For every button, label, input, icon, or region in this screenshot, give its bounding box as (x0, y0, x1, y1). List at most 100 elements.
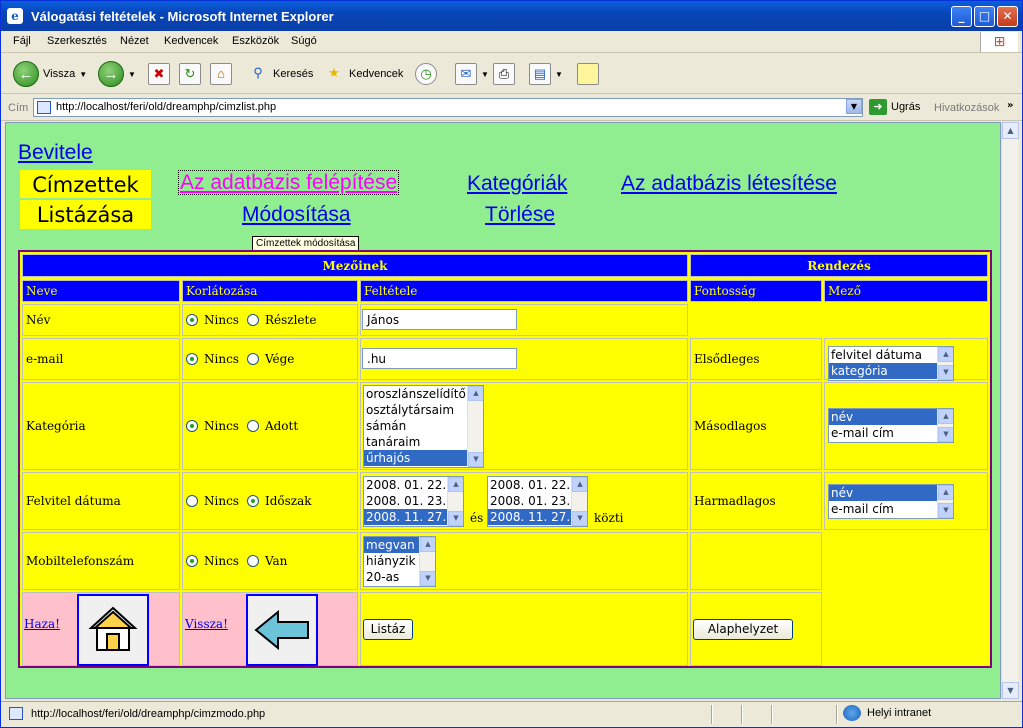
nav-torlese[interactable]: Törlése (485, 203, 555, 227)
mobil-listbox[interactable]: megvan hiányzik 20-as ▲ ▼ (363, 536, 436, 587)
vissza-link[interactable]: Vissza! (185, 617, 228, 631)
refresh-button[interactable]: ↻ (179, 60, 201, 88)
radio-nincs[interactable] (186, 353, 198, 365)
scrollbar[interactable]: ▲ ▼ (419, 537, 435, 586)
dropdown-arrow-icon[interactable]: ▼ (128, 70, 136, 79)
row-label-kategoria: Kategória (22, 382, 180, 470)
nav-kategoriak[interactable]: Kategóriák (467, 172, 567, 196)
dropdown-arrow-icon[interactable]: ▼ (79, 70, 87, 79)
scrollbar[interactable]: ▲ ▼ (937, 409, 953, 442)
windows-logo-icon: ⊞ (980, 32, 1018, 52)
address-dropdown[interactable]: ▼ (846, 99, 862, 114)
sort1-listbox[interactable]: felvitel dátuma kategória ▲ ▼ (828, 346, 954, 381)
list-item[interactable]: űrhajós (364, 450, 483, 466)
forward-arrow-icon: → (98, 61, 124, 87)
list-item[interactable]: kategória (829, 363, 953, 379)
dropdown-arrow-icon[interactable]: ▼ (555, 70, 563, 79)
history-button[interactable]: ◷ (415, 60, 437, 88)
sort3-listbox[interactable]: név e-mail cím ▲ ▼ (828, 484, 954, 519)
scrollbar[interactable]: ▲ ▼ (937, 485, 953, 518)
history-icon: ◷ (415, 63, 437, 85)
separator (711, 705, 713, 724)
home-button[interactable]: ⌂ (210, 60, 232, 88)
links-toolbar[interactable]: Hivatkozások (934, 102, 999, 114)
radio-nincs[interactable] (186, 495, 198, 507)
edit-button[interactable]: ▤ ▼ (529, 60, 563, 88)
search-button[interactable]: ⚲ Keresés (247, 60, 313, 88)
address-url: http://localhost/feri/old/dreamphp/cimzl… (56, 101, 277, 113)
sort2-listbox[interactable]: név e-mail cím ▲ ▼ (828, 408, 954, 443)
address-bar: Cím http://localhost/feri/old/dreamphp/c… (1, 95, 1022, 121)
date-from-listbox[interactable]: 2008. 01. 22. 2008. 01. 23. 2008. 11. 27… (363, 476, 464, 527)
mobil-radio-group: Nincs Van (182, 532, 358, 590)
intranet-icon (843, 705, 861, 721)
scrollbar[interactable]: ▲ ▼ (571, 477, 587, 526)
radio-van[interactable] (246, 555, 259, 567)
page-icon (9, 707, 23, 720)
radio-nincs[interactable] (186, 314, 198, 326)
list-item[interactable]: név (829, 485, 953, 501)
close-button[interactable]: ✕ (997, 6, 1018, 27)
col-fontossag: Fontosság (690, 280, 822, 302)
menu-tools[interactable]: Eszközök (232, 35, 279, 47)
stop-button[interactable]: ✖ (148, 60, 170, 88)
menu-edit[interactable]: Szerkesztés (47, 35, 107, 47)
nav-felepites[interactable]: Az adatbázis felépítése (178, 170, 400, 195)
radio-idoszak[interactable] (246, 495, 259, 507)
back-image-button[interactable] (246, 594, 318, 666)
radio-vege[interactable] (246, 353, 259, 365)
menu-view[interactable]: Nézet (120, 35, 149, 47)
nev-input[interactable]: János (362, 309, 517, 330)
list-item[interactable]: osztálytársaim (364, 402, 483, 418)
menu-file[interactable]: Fájl (13, 35, 31, 47)
list-item[interactable]: e-mail cím (829, 501, 953, 517)
notes-button[interactable] (577, 60, 599, 88)
radio-adott[interactable] (246, 420, 259, 432)
star-icon: ★ (328, 65, 340, 80)
scroll-up-icon[interactable]: ▲ (1002, 122, 1019, 139)
mail-button[interactable]: ✉ ▼ (455, 60, 489, 88)
list-item[interactable]: felvitel dátuma (829, 347, 953, 363)
list-item[interactable]: tanáraim (364, 434, 483, 450)
alaphelyzet-button[interactable]: Alaphelyzet (693, 619, 793, 640)
criteria-table: Mezőinek Rendezés Neve Korlátozása Felté… (18, 250, 992, 668)
dropdown-arrow-icon[interactable]: ▼ (481, 70, 489, 79)
favorites-button[interactable]: ★ Kedvencek (323, 60, 403, 88)
list-item[interactable]: sámán (364, 418, 483, 434)
separator (836, 705, 838, 724)
vertical-scrollbar[interactable]: ▲ ▼ (1001, 122, 1019, 699)
scrollbar[interactable]: ▲ ▼ (467, 386, 483, 467)
address-input[interactable]: http://localhost/feri/old/dreamphp/cimzl… (33, 98, 863, 117)
nav-bevitele[interactable]: Bevitele (18, 141, 93, 165)
list-item[interactable]: név (829, 409, 953, 425)
title-bar: e Válogatási feltételek - Microsoft Inte… (1, 1, 1022, 31)
home-image-button[interactable] (77, 594, 149, 666)
scroll-down-icon[interactable]: ▼ (1002, 682, 1019, 699)
menu-favorites[interactable]: Kedvencek (164, 35, 218, 47)
scrollbar[interactable]: ▲ ▼ (937, 347, 953, 380)
minimize-button[interactable]: _ (951, 6, 972, 27)
radio-reszlete[interactable] (246, 314, 259, 326)
list-item[interactable]: e-mail cím (829, 425, 953, 441)
radio-nincs[interactable] (186, 555, 198, 567)
maximize-button[interactable]: □ (974, 6, 995, 27)
go-button[interactable]: ➜ Ugrás (869, 99, 920, 115)
edit-icon: ▤ (529, 63, 551, 85)
list-item[interactable]: oroszlánszelídítő (364, 386, 483, 402)
chevron-right-icon[interactable]: » (1007, 100, 1013, 111)
scrollbar[interactable]: ▲ ▼ (447, 477, 463, 526)
kategoria-listbox[interactable]: oroszlánszelídítő osztálytársaim sámán t… (363, 385, 484, 468)
nav-letesites[interactable]: Az adatbázis létesítése (621, 172, 837, 196)
email-input[interactable]: .hu (362, 348, 517, 369)
radio-nincs[interactable] (186, 420, 198, 432)
date-to-listbox[interactable]: 2008. 01. 22. 2008. 01. 23. 2008. 11. 27… (487, 476, 588, 527)
nav-modositasa[interactable]: Módosítása (242, 203, 351, 227)
listaz-button[interactable]: Listáz (363, 619, 413, 640)
back-button[interactable]: ← Vissza ▼ (13, 60, 87, 88)
address-label: Cím (8, 102, 29, 114)
haza-link[interactable]: Haza! (24, 617, 60, 631)
menu-help[interactable]: Súgó (291, 35, 317, 47)
forward-button[interactable]: → ▼ (98, 60, 136, 88)
nav-cimzettek-label: Címzettek (20, 170, 151, 198)
print-button[interactable]: ⎙ (493, 60, 515, 88)
